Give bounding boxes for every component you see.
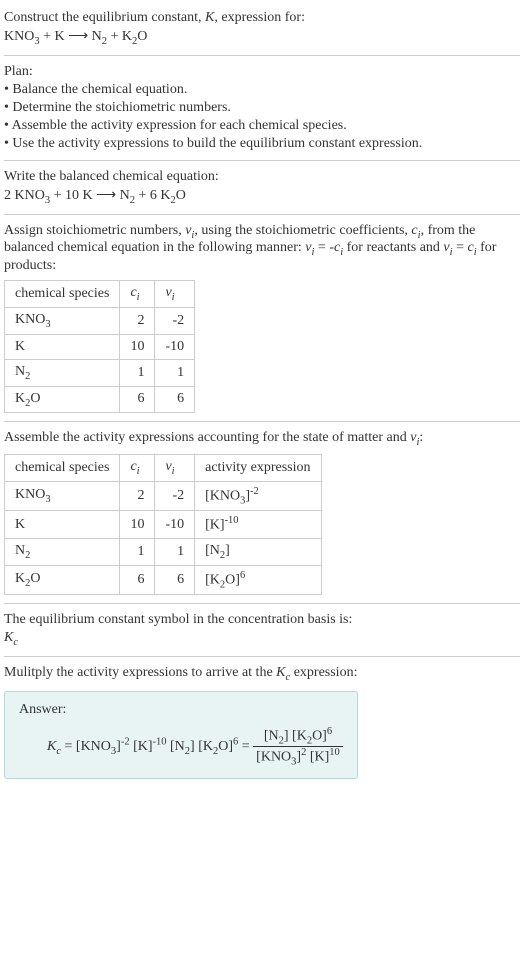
- prompt-line1: Construct the equilibrium constant, K, e…: [4, 10, 520, 26]
- divider: [4, 160, 520, 161]
- cell-vi: 6: [155, 565, 195, 594]
- col-species: chemical species: [5, 281, 120, 308]
- divider: [4, 55, 520, 56]
- cell-ci: 10: [120, 334, 155, 359]
- symbol-line1: The equilibrium constant symbol in the c…: [4, 612, 520, 628]
- balanced-section: Write the balanced chemical equation: 2 …: [4, 169, 520, 206]
- symbol-kc: Kc: [4, 630, 520, 648]
- plan-item: • Assemble the activity expression for e…: [4, 118, 520, 134]
- cell-vi: -10: [155, 334, 195, 359]
- cell-vi: -2: [155, 481, 195, 510]
- table-row: KNO3 2 -2: [5, 307, 195, 334]
- cell-species: KNO3: [5, 481, 120, 510]
- table-row: K 10 -10 [K]-10: [5, 511, 322, 539]
- col-vi: νi: [155, 281, 195, 308]
- cell-species: K2O: [5, 565, 120, 594]
- cell-vi: 1: [155, 359, 195, 386]
- cell-species: N2: [5, 539, 120, 566]
- multiply-section: Mulitply the activity expressions to arr…: [4, 665, 520, 779]
- cell-activity: [K2O]6: [195, 565, 321, 594]
- cell-species: KNO3: [5, 307, 120, 334]
- cell-vi: -10: [155, 511, 195, 539]
- activity-table: chemical species ci νi activity expressi…: [4, 454, 322, 595]
- cell-ci: 2: [120, 481, 155, 510]
- table-row: N2 1 1: [5, 359, 195, 386]
- table-header-row: chemical species ci νi: [5, 281, 195, 308]
- cell-ci: 6: [120, 565, 155, 594]
- table-header-row: chemical species ci νi activity expressi…: [5, 455, 322, 482]
- symbol-section: The equilibrium constant symbol in the c…: [4, 612, 520, 648]
- cell-species: N2: [5, 359, 120, 386]
- cell-vi: 6: [155, 386, 195, 413]
- cell-species: K: [5, 334, 120, 359]
- prompt-eq: KNO3 + K ⟶ N2 + K2O: [4, 28, 520, 47]
- cell-species: K: [5, 511, 120, 539]
- assemble-section: Assemble the activity expressions accoun…: [4, 430, 520, 595]
- cell-activity: [K]-10: [195, 511, 321, 539]
- plan-item: • Use the activity expressions to build …: [4, 136, 520, 152]
- col-activity: activity expression: [195, 455, 321, 482]
- answer-label: Answer:: [19, 702, 343, 718]
- divider: [4, 421, 520, 422]
- cell-vi: 1: [155, 539, 195, 566]
- cell-ci: 10: [120, 511, 155, 539]
- divider: [4, 656, 520, 657]
- divider: [4, 214, 520, 215]
- plan-section: Plan: • Balance the chemical equation. •…: [4, 64, 520, 152]
- cell-ci: 1: [120, 539, 155, 566]
- cell-activity: [KNO3]-2: [195, 481, 321, 510]
- col-vi: νi: [155, 455, 195, 482]
- cell-ci: 2: [120, 307, 155, 334]
- col-ci: ci: [120, 281, 155, 308]
- answer-box: Answer: Kc = [KNO3]-2 [K]-10 [N2] [K2O]6…: [4, 691, 358, 779]
- assign-text: Assign stoichiometric numbers, νi, using…: [4, 223, 520, 275]
- answer-equation: Kc = [KNO3]-2 [K]-10 [N2] [K2O]6 = [N2] …: [19, 726, 343, 768]
- balanced-heading: Write the balanced chemical equation:: [4, 169, 520, 185]
- table-row: K 10 -10: [5, 334, 195, 359]
- col-ci: ci: [120, 455, 155, 482]
- table-row: K2O 6 6 [K2O]6: [5, 565, 322, 594]
- cell-species: K2O: [5, 386, 120, 413]
- plan-heading: Plan:: [4, 64, 520, 80]
- assemble-text: Assemble the activity expressions accoun…: [4, 430, 520, 448]
- divider: [4, 603, 520, 604]
- fraction: [N2] [K2O]6 [KNO3]2 [K]10: [253, 726, 343, 768]
- plan-item: • Balance the chemical equation.: [4, 82, 520, 98]
- table-row: N2 1 1 [N2]: [5, 539, 322, 566]
- cell-ci: 6: [120, 386, 155, 413]
- col-species: chemical species: [5, 455, 120, 482]
- cell-ci: 1: [120, 359, 155, 386]
- cell-activity: [N2]: [195, 539, 321, 566]
- plan-item: • Determine the stoichiometric numbers.: [4, 100, 520, 116]
- fraction-numerator: [N2] [K2O]6: [253, 726, 343, 747]
- table-row: K2O 6 6: [5, 386, 195, 413]
- prompt-section: Construct the equilibrium constant, K, e…: [4, 10, 520, 47]
- multiply-text: Mulitply the activity expressions to arr…: [4, 665, 520, 683]
- balanced-eq: 2 KNO3 + 10 K ⟶ N2 + 6 K2O: [4, 187, 520, 206]
- fraction-denominator: [KNO3]2 [K]10: [253, 747, 343, 767]
- table-row: KNO3 2 -2 [KNO3]-2: [5, 481, 322, 510]
- cell-vi: -2: [155, 307, 195, 334]
- assign-section: Assign stoichiometric numbers, νi, using…: [4, 223, 520, 414]
- stoich-table: chemical species ci νi KNO3 2 -2 K 10 -1…: [4, 280, 195, 413]
